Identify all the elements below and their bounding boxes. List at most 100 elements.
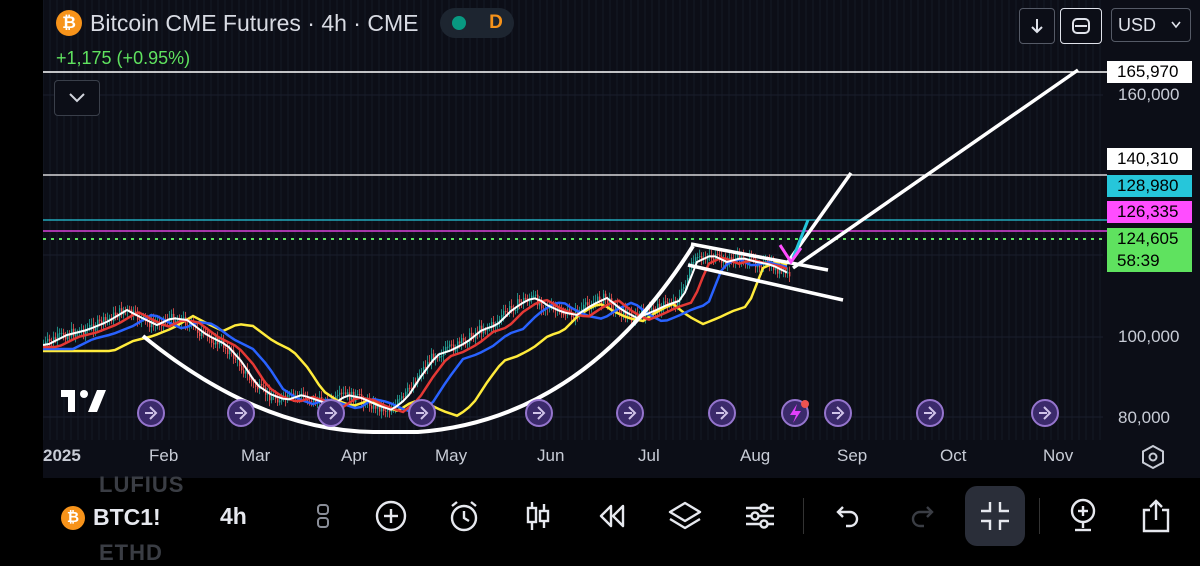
candle-body <box>503 310 505 315</box>
candle-body <box>229 350 231 355</box>
candle-body <box>701 256 703 259</box>
settings-button[interactable] <box>742 498 778 534</box>
layers-button[interactable] <box>667 498 703 534</box>
pin-add-button[interactable] <box>1065 498 1101 534</box>
candle-body <box>183 317 185 319</box>
symbol-button[interactable]: ₿ BTC1! <box>61 504 161 531</box>
indicators-button[interactable] <box>305 498 341 534</box>
candle-body <box>241 366 243 371</box>
price-tag-126335[interactable]: 126,335 <box>1107 201 1192 223</box>
session-badge[interactable]: D <box>440 8 515 38</box>
candle-body <box>225 347 227 349</box>
chart-canvas[interactable] <box>43 0 1200 478</box>
bitcoin-icon: ₿ <box>61 505 85 530</box>
candle-body <box>47 338 49 342</box>
screenshot-button[interactable] <box>1060 8 1102 44</box>
candle-body <box>717 254 719 256</box>
price-change: +1,175 (+0.95%) <box>56 48 191 68</box>
fullscreen-exit-icon <box>981 502 1009 530</box>
candle-body <box>585 302 587 305</box>
download-button[interactable] <box>1019 8 1055 44</box>
price-tag-140310[interactable]: 140,310 <box>1107 148 1192 170</box>
candle-body <box>511 306 513 308</box>
bottom-toolbar: LUFIUS ETHD ₿ BTC1! 4h <box>43 472 1200 565</box>
time-label-sep: Sep <box>837 446 868 465</box>
candle-body <box>95 327 97 331</box>
candle-body <box>245 370 247 374</box>
candle-body <box>403 396 405 398</box>
add-button[interactable] <box>373 498 409 534</box>
share-icon <box>1142 499 1170 533</box>
candle-body <box>565 314 567 316</box>
candle-body <box>447 346 449 348</box>
undo-button[interactable] <box>829 498 865 534</box>
fullscreen-exit-button[interactable] <box>965 486 1025 546</box>
candle-body <box>279 400 281 403</box>
symbol-label: BTC1! <box>93 504 161 530</box>
chart-type-button[interactable] <box>520 498 556 534</box>
alert-button[interactable] <box>446 498 482 534</box>
chart-pane[interactable] <box>43 0 1200 478</box>
candle-body <box>277 398 279 403</box>
candle-body <box>731 257 733 260</box>
candle-body <box>59 333 61 335</box>
time-label-jul: Jul <box>638 446 660 465</box>
candle-body <box>485 330 487 332</box>
time-label-nov: Nov <box>1043 446 1074 465</box>
candle-body <box>271 396 273 401</box>
ghost-watchlist-text: LUFIUS <box>99 472 185 497</box>
price-tag-124605[interactable]: 124,605 <box>1107 228 1192 250</box>
collapse-legend-button[interactable] <box>54 80 100 116</box>
undo-icon <box>836 506 859 528</box>
candle-body <box>535 294 537 296</box>
redo-button[interactable] <box>905 498 941 534</box>
price-tag-128980[interactable]: 128,980 <box>1107 175 1192 197</box>
toolbar-divider <box>803 498 804 534</box>
candle-body <box>345 392 347 395</box>
candle-body <box>587 302 589 306</box>
arrow-down-icon <box>1031 19 1043 34</box>
indicators-icon <box>317 504 329 528</box>
currency-select[interactable]: USD <box>1111 8 1191 42</box>
candle-body <box>357 393 359 395</box>
symbol-header[interactable]: ₿ Bitcoin CME Futures · 4h · CME D <box>56 8 515 38</box>
candle-body <box>99 319 101 321</box>
time-label-may: May <box>435 446 468 465</box>
candle-body <box>459 341 461 344</box>
candle-body <box>533 295 535 297</box>
candle-body <box>91 324 93 326</box>
candle-body <box>677 302 679 306</box>
candle-body <box>697 257 699 259</box>
share-button[interactable] <box>1138 498 1174 534</box>
time-label-mar: Mar <box>241 446 271 465</box>
candles-icon <box>526 502 550 530</box>
chart-settings-button[interactable] <box>1140 444 1166 475</box>
redo-icon <box>911 506 934 528</box>
candle-body <box>343 392 345 394</box>
candle-body <box>261 384 263 386</box>
market-status-dot-icon <box>452 16 467 30</box>
interval-button[interactable]: 4h <box>220 503 247 530</box>
candle-body <box>463 338 465 341</box>
candle-body <box>541 301 543 309</box>
candle-body <box>399 398 401 400</box>
candle-body <box>135 311 137 313</box>
candle-body <box>385 410 387 412</box>
candle-body <box>107 319 109 321</box>
candle-body <box>719 254 721 257</box>
candle-body <box>397 399 399 405</box>
candle-body <box>665 301 667 303</box>
candle-body <box>407 387 409 392</box>
candle-body <box>519 299 521 303</box>
candle-body <box>693 262 695 264</box>
price-label-100000: 100,000 <box>1118 327 1180 346</box>
candle-body <box>49 338 51 342</box>
candle-body <box>359 393 361 395</box>
price-tag-165970[interactable]: 165,970 <box>1107 61 1192 83</box>
candle-body <box>467 343 469 345</box>
candle-body <box>61 332 63 334</box>
candle-body <box>337 394 339 397</box>
candle-body <box>263 385 265 388</box>
alert-icon <box>450 501 478 532</box>
replay-button[interactable] <box>594 498 630 534</box>
